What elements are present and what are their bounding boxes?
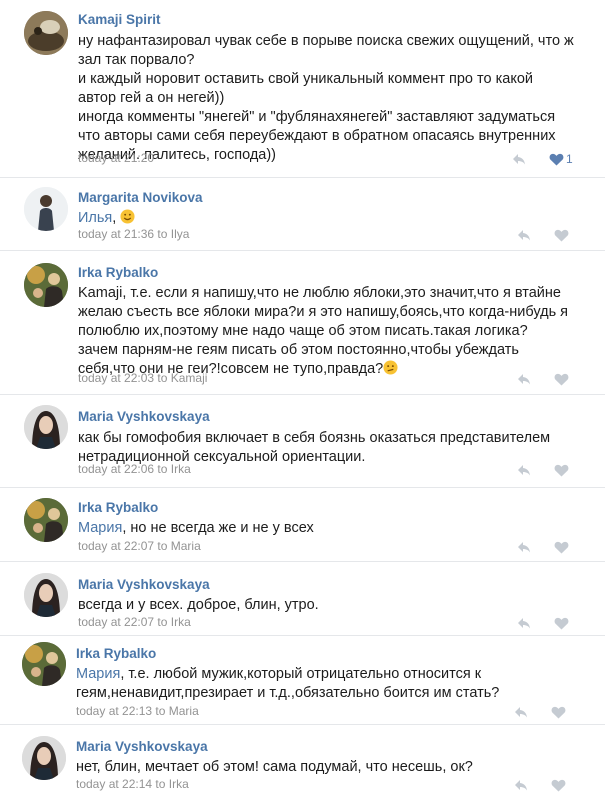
comment-item: Maria Vyshkovskaya всегда и у всех. добр… <box>0 562 605 635</box>
comment-meta: today at 22:13 to Maria <box>76 704 199 718</box>
reply-arrow-icon[interactable] <box>515 462 533 478</box>
comment-text: Kamaji, т.е. если я напишу,что не люблю … <box>78 284 593 379</box>
heart-icon[interactable] <box>549 704 567 720</box>
avatar[interactable] <box>24 498 68 542</box>
comments-feed: Kamaji Spirit ну нафантазировал чувак се… <box>0 0 605 807</box>
comment-body: , т.е. любой мужик,который отрицательно … <box>76 666 500 701</box>
comment-meta: today at 22:06 to Irka <box>78 462 191 476</box>
comment-text: Мария, т.е. любой мужик,который отрицате… <box>76 665 586 703</box>
reply-arrow-icon[interactable] <box>512 777 530 793</box>
comment-item: Kamaji Spirit ну нафантазировал чувак се… <box>0 0 605 176</box>
smile-emoji-icon <box>120 209 135 224</box>
avatar[interactable] <box>24 263 68 307</box>
comment-text: Мария, но не всегда же и не у всех <box>78 519 588 538</box>
comment-meta: today at 21:20 <box>78 151 155 165</box>
confused-emoji-icon <box>383 360 398 375</box>
heart-icon[interactable] <box>552 371 570 387</box>
comment-text: Илья, <box>78 209 578 228</box>
avatar[interactable] <box>22 642 66 686</box>
comment-author[interactable]: Maria Vyshkovskaya <box>78 577 210 592</box>
comment-author[interactable]: Irka Rybalko <box>76 646 156 661</box>
comment-meta: today at 22:14 to Irka <box>76 777 189 791</box>
avatar[interactable] <box>24 405 68 449</box>
reply-arrow-icon[interactable] <box>515 539 533 555</box>
avatar[interactable] <box>22 736 66 780</box>
avatar[interactable] <box>24 11 68 55</box>
comment-item: Irka Rybalko Kamaji, т.е. если я напишу,… <box>0 251 605 393</box>
heart-icon[interactable] <box>547 151 565 167</box>
comment-item: Margarita Novikova Илья, today at 21:36 … <box>0 178 605 250</box>
mention-link[interactable]: Илья <box>78 210 112 226</box>
comment-author[interactable]: Maria Vyshkovskaya <box>76 739 208 754</box>
comment-author[interactable]: Margarita Novikova <box>78 190 203 205</box>
comment-author[interactable]: Maria Vyshkovskaya <box>78 409 210 424</box>
avatar[interactable] <box>24 573 68 617</box>
comment-meta: today at 22:07 to Irka <box>78 615 191 629</box>
comment-item: Maria Vyshkovskaya нет, блин, мечтает об… <box>0 725 605 807</box>
comment-text: нет, блин, мечтает об этом! сама подумай… <box>76 759 473 775</box>
heart-icon[interactable] <box>552 615 570 631</box>
comment-meta: today at 22:07 to Maria <box>78 539 201 553</box>
reply-arrow-icon[interactable] <box>515 227 533 243</box>
reply-arrow-icon[interactable] <box>510 151 528 167</box>
comment-item: Maria Vyshkovskaya как бы гомофобия вклю… <box>0 395 605 486</box>
comment-text: ну нафантазировал чувак себе в порыве по… <box>78 33 574 163</box>
heart-icon[interactable] <box>552 227 570 243</box>
comment-item: Irka Rybalko Мария, т.е. любой мужик,кот… <box>0 636 605 724</box>
mention-link[interactable]: Мария <box>78 520 122 536</box>
heart-icon[interactable] <box>549 777 567 793</box>
comment-meta: today at 21:36 to Ilya <box>78 227 190 241</box>
comment-body: , <box>112 210 121 226</box>
comment-author[interactable]: Irka Rybalko <box>78 265 158 280</box>
comment-meta: today at 22:03 to Kamaji <box>78 371 208 385</box>
heart-icon[interactable] <box>552 539 570 555</box>
comment-body: , но не всегда же и не у всех <box>122 520 314 536</box>
heart-icon[interactable] <box>552 462 570 478</box>
reply-arrow-icon[interactable] <box>515 615 533 631</box>
comment-author[interactable]: Kamaji Spirit <box>78 12 161 27</box>
reply-arrow-icon[interactable] <box>512 704 530 720</box>
comment-text: всегда и у всех. доброе, блин, утро. <box>78 597 319 613</box>
reply-arrow-icon[interactable] <box>515 371 533 387</box>
mention-link[interactable]: Мария <box>76 666 120 682</box>
avatar[interactable] <box>24 187 68 231</box>
comment-body: Kamaji, т.е. если я напишу,что не люблю … <box>78 285 569 377</box>
comment-author[interactable]: Irka Rybalko <box>78 500 158 515</box>
comment-item: Irka Rybalko Мария, но не всегда же и не… <box>0 488 605 561</box>
like-count: 1 <box>566 152 573 166</box>
